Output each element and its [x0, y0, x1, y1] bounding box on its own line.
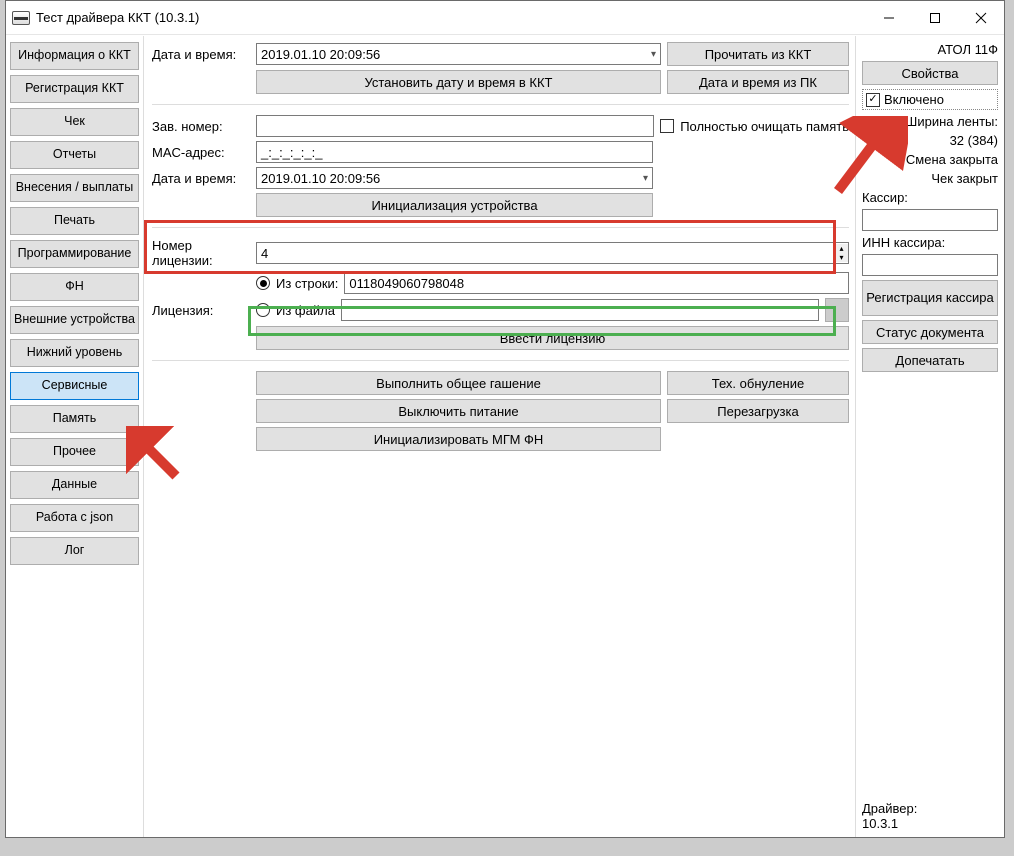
titlebar: Тест драйвера ККТ (10.3.1): [6, 1, 1004, 35]
sidebar-item-reports[interactable]: Отчеты: [10, 141, 139, 169]
datetime-label: Дата и время:: [152, 47, 250, 62]
app-icon: [12, 11, 30, 25]
enter-license-button[interactable]: Ввести лицензию: [256, 326, 849, 350]
print-more-button[interactable]: Допечатать: [862, 348, 998, 372]
properties-button[interactable]: Свойства: [862, 61, 998, 85]
enabled-checkbox[interactable]: ✓: [866, 93, 880, 107]
init-device-button[interactable]: Инициализация устройства: [256, 193, 653, 217]
sidebar-item-service[interactable]: Сервисные: [10, 372, 139, 400]
right-panel: АТОЛ 11Ф Свойства ✓ Включено Ширина лент…: [856, 36, 1004, 837]
cashier-input[interactable]: [862, 209, 998, 231]
serial-label: Зав. номер:: [152, 119, 250, 134]
sidebar-item-print[interactable]: Печать: [10, 207, 139, 235]
driver-label: Драйвер:: [862, 801, 998, 816]
enabled-label: Включено: [884, 92, 944, 107]
sidebar-item-info[interactable]: Информация о ККТ: [10, 42, 139, 70]
serial-input[interactable]: [256, 115, 654, 137]
shift-status: Смена закрыта: [862, 152, 998, 167]
spin-up-icon[interactable]: ▴: [834, 244, 848, 253]
sidebar-item-log[interactable]: Лог: [10, 537, 139, 565]
license-string-input[interactable]: 0118049060798048: [344, 272, 849, 294]
license-label: Лицензия:: [152, 303, 250, 318]
browse-file-button[interactable]: [825, 298, 849, 322]
doc-status-button[interactable]: Статус документа: [862, 320, 998, 344]
sidebar-item-check[interactable]: Чек: [10, 108, 139, 136]
sidebar-item-lowlevel[interactable]: Нижний уровень: [10, 339, 139, 367]
set-datetime-button[interactable]: Установить дату и время в ККТ: [256, 70, 661, 94]
tape-width-value: 32 (384): [862, 133, 998, 148]
device-name: АТОЛ 11Ф: [862, 42, 998, 57]
full-erase-button[interactable]: Выполнить общее гашение: [256, 371, 661, 395]
init-mgm-button[interactable]: Инициализировать МГМ ФН: [256, 427, 661, 451]
cashier-inn-input[interactable]: [862, 254, 998, 276]
maximize-button[interactable]: [912, 2, 958, 34]
datetime-select[interactable]: 2019.01.10 20:09:56: [256, 43, 661, 65]
sidebar: Информация о ККТ Регистрация ККТ Чек Отч…: [6, 36, 144, 837]
from-file-label: Из файла: [276, 303, 335, 318]
sidebar-item-programming[interactable]: Программирование: [10, 240, 139, 268]
datetime2-select[interactable]: 2019.01.10 20:09:56: [256, 167, 653, 189]
app-window: Тест драйвера ККТ (10.3.1) Информация о …: [5, 0, 1005, 838]
window-title: Тест драйвера ККТ (10.3.1): [36, 10, 199, 25]
cashier-inn-label: ИНН кассира:: [862, 235, 998, 250]
clear-memory-checkbox[interactable]: [660, 119, 674, 133]
datetime2-label: Дата и время:: [152, 171, 250, 186]
tech-reset-button[interactable]: Тех. обнуление: [667, 371, 849, 395]
power-off-button[interactable]: Выключить питание: [256, 399, 661, 423]
close-button[interactable]: [958, 2, 1004, 34]
sidebar-item-external[interactable]: Внешние устройства: [10, 306, 139, 334]
from-string-label: Из строки:: [276, 276, 338, 291]
file-path-input[interactable]: [341, 299, 819, 321]
clear-memory-label: Полностью очищать память: [680, 119, 849, 134]
sidebar-item-registration[interactable]: Регистрация ККТ: [10, 75, 139, 103]
mac-label: MAC-адрес:: [152, 145, 250, 160]
cashier-label: Кассир:: [862, 190, 998, 205]
driver-version: 10.3.1: [862, 816, 998, 831]
main-panel: Дата и время: 2019.01.10 20:09:56 Прочит…: [144, 36, 856, 837]
sidebar-item-data[interactable]: Данные: [10, 471, 139, 499]
check-status: Чек закрыт: [862, 171, 998, 186]
tape-width-label: Ширина ленты:: [862, 114, 998, 129]
reg-cashier-button[interactable]: Регистрация кассира: [862, 280, 998, 316]
datetime-from-pc-button[interactable]: Дата и время из ПК: [667, 70, 849, 94]
sidebar-item-cashflow[interactable]: Внесения / выплаты: [10, 174, 139, 202]
reboot-button[interactable]: Перезагрузка: [667, 399, 849, 423]
read-from-kkt-button[interactable]: Прочитать из ККТ: [667, 42, 849, 66]
from-string-radio[interactable]: [256, 276, 270, 290]
minimize-button[interactable]: [866, 2, 912, 34]
license-num-input[interactable]: 4 ▴▾: [256, 242, 849, 264]
sidebar-item-fn[interactable]: ФН: [10, 273, 139, 301]
sidebar-item-memory[interactable]: Память: [10, 405, 139, 433]
sidebar-item-json[interactable]: Работа с json: [10, 504, 139, 532]
sidebar-item-other[interactable]: Прочее: [10, 438, 139, 466]
spin-down-icon[interactable]: ▾: [834, 253, 848, 262]
from-file-radio[interactable]: [256, 303, 270, 317]
mac-input[interactable]: _:_:_:_:_:_: [256, 141, 653, 163]
license-num-label: Номер лицензии:: [152, 238, 250, 268]
